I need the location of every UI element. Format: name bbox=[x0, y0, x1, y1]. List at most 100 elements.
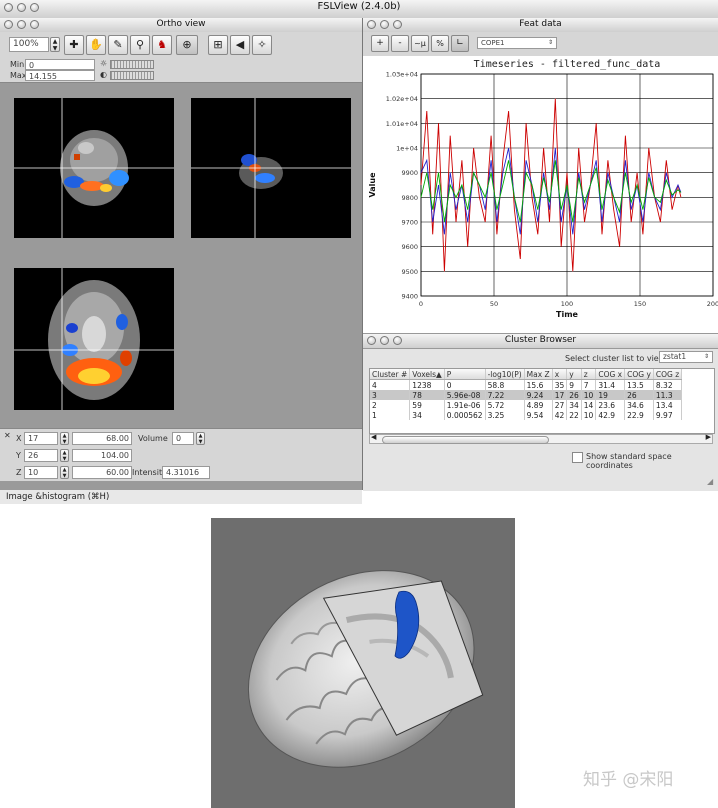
y-field[interactable]: 26 bbox=[24, 449, 58, 462]
column-header[interactable]: -log10(P) bbox=[485, 369, 525, 380]
brightness-slider[interactable] bbox=[110, 60, 154, 69]
table-row[interactable]: 3 78 5.96e-08 7.22 9.24 17 26 10 19 26 11.3 bbox=[370, 390, 683, 400]
sagittal-slice[interactable] bbox=[191, 98, 351, 238]
panel-close-icon[interactable]: ✕ bbox=[4, 431, 11, 440]
cope-select[interactable]: COPE1 ⇕ bbox=[477, 37, 557, 49]
column-header[interactable]: Voxels▲ bbox=[409, 369, 445, 380]
app-title: FSLView (2.4.0b) bbox=[317, 1, 401, 12]
status-text: Image &histogram (⌘H) bbox=[6, 492, 110, 502]
add-timeseries-button[interactable]: + bbox=[371, 35, 389, 52]
x-stepper[interactable]: ▲ ▼ bbox=[60, 432, 69, 445]
cluster-browser-window: Cluster Browser Select cluster list to v… bbox=[363, 333, 718, 491]
scroll-left-icon[interactable]: ◀ bbox=[371, 433, 376, 441]
table-cell: 14 bbox=[581, 400, 597, 410]
select-arrows-icon: ⇕ bbox=[547, 39, 553, 46]
horizontal-scrollbar[interactable]: ◀ ▶ bbox=[369, 433, 713, 444]
standard-space-label: Show standard space coordinates bbox=[586, 452, 672, 470]
table-cell: 22.9 bbox=[624, 410, 654, 420]
z-stepper[interactable]: ▲ ▼ bbox=[60, 466, 69, 479]
zoom-field[interactable]: 100% bbox=[9, 37, 49, 52]
table-cell: 7 bbox=[581, 379, 597, 390]
axes-button[interactable]: ∟ bbox=[451, 35, 469, 52]
y-tick-label: 9800 bbox=[401, 194, 418, 202]
x-tick-label: 200 bbox=[707, 300, 718, 308]
z-label: Z bbox=[16, 468, 22, 477]
table-cell: 13.5 bbox=[624, 379, 654, 390]
contrast-slider[interactable] bbox=[110, 71, 154, 80]
target-tool-button[interactable]: ⊕ bbox=[176, 35, 198, 55]
axial-slice[interactable] bbox=[14, 268, 174, 410]
table-cell: 10 bbox=[581, 410, 597, 420]
fill-tool-button[interactable]: ♞ bbox=[152, 35, 172, 55]
table-row[interactable]: 4 1238 0 58.8 15.6 35 9 7 31.4 13.5 8.32 bbox=[370, 379, 683, 390]
table-cell: 59 bbox=[409, 400, 445, 410]
z-field[interactable]: 10 bbox=[24, 466, 58, 479]
cluster-list-select[interactable]: zstat1 ⇕ bbox=[659, 351, 713, 363]
standard-space-checkbox[interactable] bbox=[572, 452, 583, 463]
cluster-list-value: zstat1 bbox=[663, 352, 687, 361]
column-header[interactable]: z bbox=[581, 369, 597, 380]
table-cell: 19 bbox=[595, 390, 626, 400]
table-cell: 31.4 bbox=[595, 379, 626, 390]
pan-tool-button[interactable]: ✋ bbox=[86, 35, 106, 55]
y-label: Y bbox=[16, 451, 21, 460]
table-row[interactable]: 2 59 1.91e-06 5.72 4.89 27 34 14 23.6 34.6 13.4 bbox=[370, 400, 683, 410]
remove-timeseries-button[interactable]: - bbox=[391, 35, 409, 52]
pen-tool-button[interactable]: ✎ bbox=[108, 35, 128, 55]
table-row[interactable]: 1 34 0.000562 3.25 9.54 42 22 10 42.9 22.9 9.97 bbox=[370, 410, 683, 420]
y-axis-label: Value bbox=[368, 172, 377, 198]
y-mm-field: 104.00 bbox=[72, 449, 132, 462]
sparkle-button[interactable]: ✧ bbox=[252, 35, 272, 55]
crosshair-tool-button[interactable]: ✚ bbox=[64, 35, 84, 55]
table-cell: 8.32 bbox=[653, 379, 683, 390]
select-cluster-label: Select cluster list to view bbox=[565, 354, 666, 363]
y-tick-label: 1.03e+04 bbox=[386, 71, 418, 79]
ortho-toolbar: 100% ▲ ▼ ✚ ✋ ✎ ⚲ ♞ ⊕ ⊞ ◀ ✧ Min 0 Max 14.1… bbox=[0, 32, 362, 83]
table-cell: 0.000562 bbox=[444, 410, 486, 420]
table-cell: 1 bbox=[370, 410, 411, 420]
resize-grip-icon[interactable]: ◢ bbox=[707, 477, 713, 486]
column-header[interactable]: COG x bbox=[595, 369, 626, 380]
column-header[interactable]: COG z bbox=[653, 369, 683, 380]
ortho-titlebar: Ortho view bbox=[0, 18, 362, 33]
back-button[interactable]: ◀ bbox=[230, 35, 250, 55]
percent-button[interactable]: % bbox=[431, 35, 449, 52]
demean-button[interactable]: ~μ bbox=[411, 35, 429, 52]
contrast-icon: ◐ bbox=[100, 70, 107, 79]
column-header[interactable]: x bbox=[552, 369, 568, 380]
x-field[interactable]: 17 bbox=[24, 432, 58, 445]
table-cell: 3.25 bbox=[485, 410, 525, 420]
x-tick-label: 100 bbox=[561, 300, 573, 308]
ortho-view-window: Ortho view 100% ▲ ▼ ✚ ✋ ✎ ⚲ ♞ ⊕ ⊞ ◀ ✧ Min… bbox=[0, 18, 363, 490]
table-cell: 9.24 bbox=[524, 390, 553, 400]
column-header[interactable]: P bbox=[444, 369, 486, 380]
column-header[interactable]: Cluster # bbox=[370, 369, 411, 380]
timeseries-chart[interactable]: Timeseries - filtered_func_data 9400 9500 9… bbox=[363, 56, 718, 332]
cluster-titlebar: Cluster Browser bbox=[363, 334, 718, 349]
y-tick-label: 9500 bbox=[401, 268, 418, 276]
table-cell: 1238 bbox=[409, 379, 445, 390]
volume-stepper[interactable]: ▲ ▼ bbox=[196, 432, 205, 445]
zoom-tool-button[interactable]: ⚲ bbox=[130, 35, 150, 55]
max-field[interactable]: 14.155 bbox=[25, 70, 95, 81]
volume-field[interactable]: 0 bbox=[172, 432, 194, 445]
watermark: 知乎 @宋阳 bbox=[583, 770, 674, 790]
min-field[interactable]: 0 bbox=[25, 59, 95, 70]
bookmark-button[interactable]: ⊞ bbox=[208, 35, 228, 55]
coronal-slice[interactable] bbox=[14, 98, 174, 238]
scrollbar-thumb[interactable] bbox=[382, 436, 549, 444]
hand-icon: ✋ bbox=[89, 38, 103, 51]
column-header[interactable]: COG y bbox=[624, 369, 654, 380]
zoom-stepper[interactable]: ▲ ▼ bbox=[50, 37, 60, 52]
y-stepper[interactable]: ▲ ▼ bbox=[60, 449, 69, 462]
column-header[interactable]: Max Z bbox=[524, 369, 553, 380]
feat-toolbar: + - ~μ % ∟ COPE1 ⇕ bbox=[363, 32, 718, 56]
column-header[interactable]: y bbox=[566, 369, 582, 380]
chart-title: Timeseries - filtered_func_data bbox=[474, 59, 661, 70]
target-icon: ⊕ bbox=[182, 38, 192, 51]
scroll-right-icon[interactable]: ▶ bbox=[706, 433, 711, 441]
x-tick-label: 150 bbox=[634, 300, 646, 308]
feat-titlebar: Feat data bbox=[363, 18, 718, 33]
axes-icon: ∟ bbox=[456, 38, 464, 48]
table-cell: 78 bbox=[409, 390, 445, 400]
